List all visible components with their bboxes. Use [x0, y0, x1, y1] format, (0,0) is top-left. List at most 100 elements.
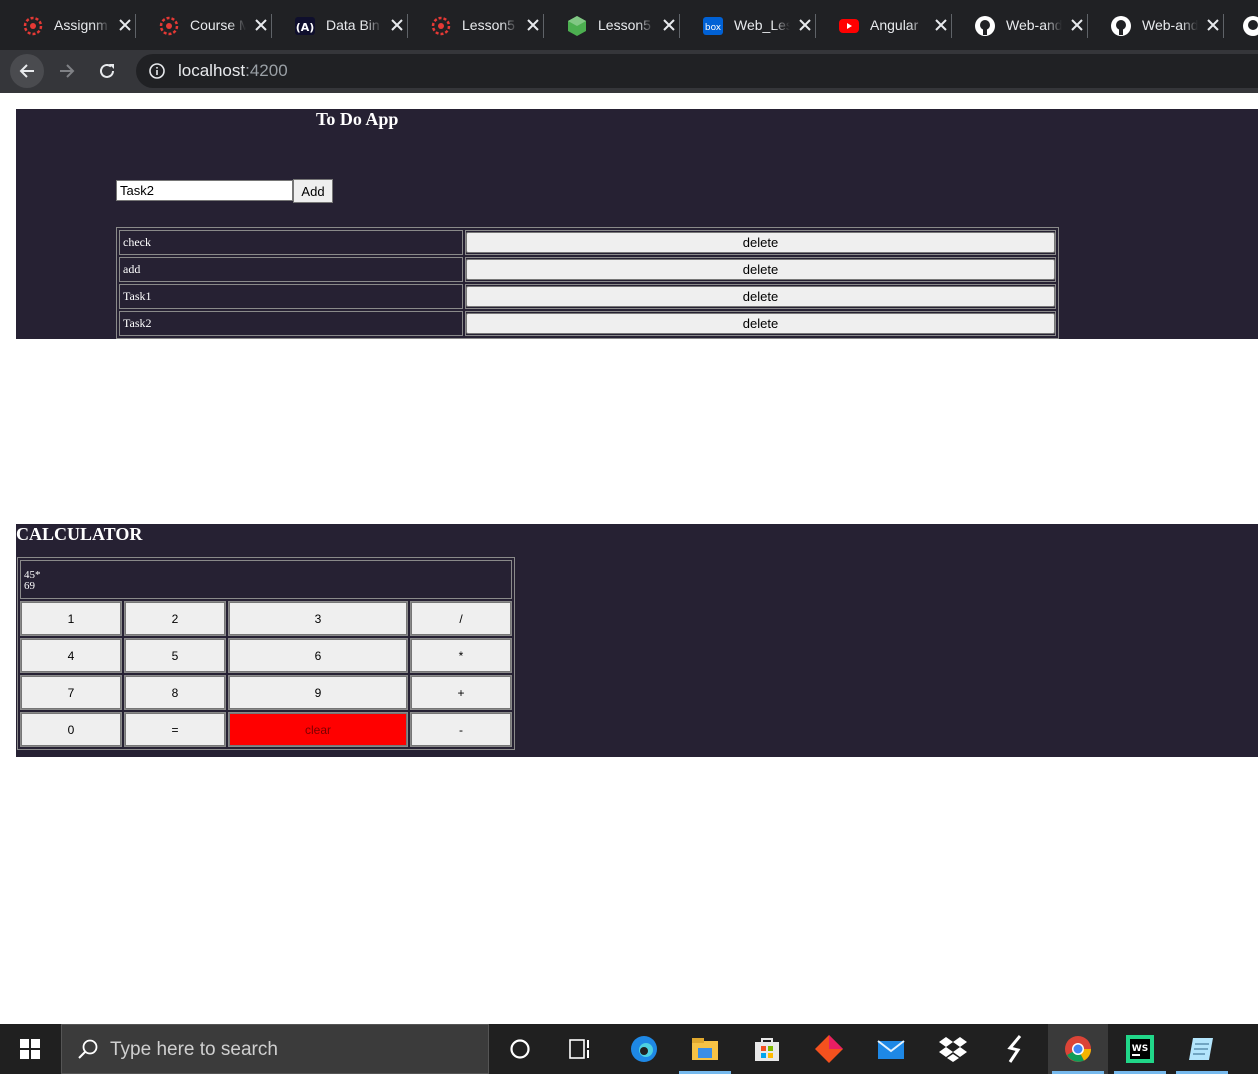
close-icon[interactable] [117, 17, 133, 33]
minus-button[interactable]: - [411, 713, 511, 746]
file-explorer-icon [692, 1038, 718, 1060]
notepad-button[interactable] [1172, 1024, 1232, 1074]
browser-tab[interactable]: Assignm [0, 0, 136, 50]
task-action-cell: delete [465, 284, 1056, 309]
url-port: :4200 [245, 61, 288, 80]
github-icon [1243, 16, 1258, 36]
url-host: localhost [178, 61, 246, 80]
canvas-icon [23, 16, 43, 36]
back-button[interactable] [10, 54, 44, 88]
browser-toolbar: localhost:4200 [0, 50, 1258, 93]
calculator-title: CALCULATOR [16, 524, 143, 544]
mail-button[interactable] [861, 1024, 921, 1074]
webstorm-button[interactable]: WS [1110, 1024, 1170, 1074]
close-icon[interactable] [661, 17, 677, 33]
svg-text:WS: WS [1132, 1044, 1148, 1054]
forward-button[interactable] [50, 54, 84, 88]
key-cell: 8 [124, 675, 226, 710]
sublime-icon [1007, 1035, 1022, 1063]
sublime-button[interactable] [985, 1024, 1045, 1074]
task-name: add [119, 257, 463, 282]
reload-button[interactable] [90, 54, 124, 88]
delete-button[interactable]: delete [466, 313, 1055, 334]
start-button[interactable] [0, 1024, 60, 1074]
delete-button[interactable]: delete [466, 286, 1055, 307]
dropbox-icon [939, 1037, 967, 1062]
address-bar[interactable]: localhost:4200 [136, 54, 1258, 88]
plus-button[interactable]: + [411, 676, 511, 709]
info-icon[interactable] [148, 62, 166, 80]
svg-text:box: box [705, 23, 722, 33]
browser-tab[interactable]: Web-and [1088, 0, 1224, 50]
equals-button[interactable]: = [125, 713, 225, 746]
key-3-button[interactable]: 3 [229, 602, 407, 635]
key-9-button[interactable]: 9 [229, 676, 407, 709]
add-button[interactable]: Add [293, 179, 333, 203]
file-explorer-button[interactable] [675, 1024, 735, 1074]
close-icon[interactable] [389, 17, 405, 33]
table-row: Task2 delete [119, 311, 1056, 336]
browser-tab[interactable]: Course M [136, 0, 272, 50]
clear-button[interactable]: clear [229, 713, 407, 746]
cortana-button[interactable] [490, 1024, 550, 1074]
close-icon[interactable] [1205, 17, 1221, 33]
box-icon: box [703, 17, 723, 35]
calculator-display: 45* 69 [20, 560, 512, 599]
key-cell: 1 [20, 601, 122, 636]
key-cell: = [124, 712, 226, 747]
key-6-button[interactable]: 6 [229, 639, 407, 672]
multiply-button[interactable]: * [411, 639, 511, 672]
url-text[interactable]: localhost:4200 [178, 61, 288, 81]
close-icon[interactable] [933, 17, 949, 33]
task-action-cell: delete [465, 257, 1056, 282]
git-kraken-button[interactable] [799, 1024, 859, 1074]
taskbar-search[interactable]: Type here to search [61, 1024, 489, 1074]
key-row: 4 5 6 * [20, 638, 512, 673]
browser-tab[interactable]: (A) Data Bin [272, 0, 408, 50]
table-row: check delete [119, 230, 1056, 255]
key-8-button[interactable]: 8 [125, 676, 225, 709]
chrome-button[interactable] [1048, 1024, 1108, 1074]
tab-title: Web-and [1006, 17, 1062, 33]
key-row: 1 2 3 / [20, 601, 512, 636]
close-icon[interactable] [525, 17, 541, 33]
divide-button[interactable]: / [411, 602, 511, 635]
notepad-icon [1189, 1038, 1213, 1060]
key-7-button[interactable]: 7 [21, 676, 121, 709]
cube-icon [568, 16, 586, 36]
task-table: check delete add delete Task1 delete Tas… [116, 227, 1059, 339]
windows-logo-icon [20, 1039, 40, 1059]
store-button[interactable] [737, 1024, 797, 1074]
browser-tab[interactable]: Lesson5 [544, 0, 680, 50]
key-2-button[interactable]: 2 [125, 602, 225, 635]
delete-button[interactable]: delete [466, 259, 1055, 280]
dropbox-button[interactable] [923, 1024, 983, 1074]
tab-title: Lesson5 [598, 17, 651, 33]
close-icon[interactable] [797, 17, 813, 33]
key-5-button[interactable]: 5 [125, 639, 225, 672]
reload-icon [100, 63, 114, 78]
webstorm-icon: WS [1126, 1035, 1154, 1063]
store-icon [755, 1038, 779, 1061]
display-row: 45* 69 [20, 560, 512, 599]
delete-button[interactable]: delete [466, 232, 1055, 253]
browser-tab[interactable] [1224, 0, 1258, 50]
browser-tab[interactable]: box Web_Les [680, 0, 816, 50]
browser-tab[interactable]: Angular [816, 0, 952, 50]
edge-button[interactable] [614, 1024, 674, 1074]
key-1-button[interactable]: 1 [21, 602, 121, 635]
key-4-button[interactable]: 4 [21, 639, 121, 672]
close-icon[interactable] [1069, 17, 1085, 33]
key-cell: 2 [124, 601, 226, 636]
key-0-button[interactable]: 0 [21, 713, 121, 746]
close-icon[interactable] [253, 17, 269, 33]
display-expression: 45* [24, 569, 41, 581]
canvas-icon [159, 16, 179, 36]
task-view-button[interactable] [550, 1024, 610, 1074]
task-input[interactable] [116, 180, 293, 201]
task-name: Task2 [119, 311, 463, 336]
key-row: 0 = clear - [20, 712, 512, 747]
browser-tab[interactable]: Lesson5 [408, 0, 544, 50]
browser-tab[interactable]: Web-and [952, 0, 1088, 50]
key-cell: clear [228, 712, 408, 747]
